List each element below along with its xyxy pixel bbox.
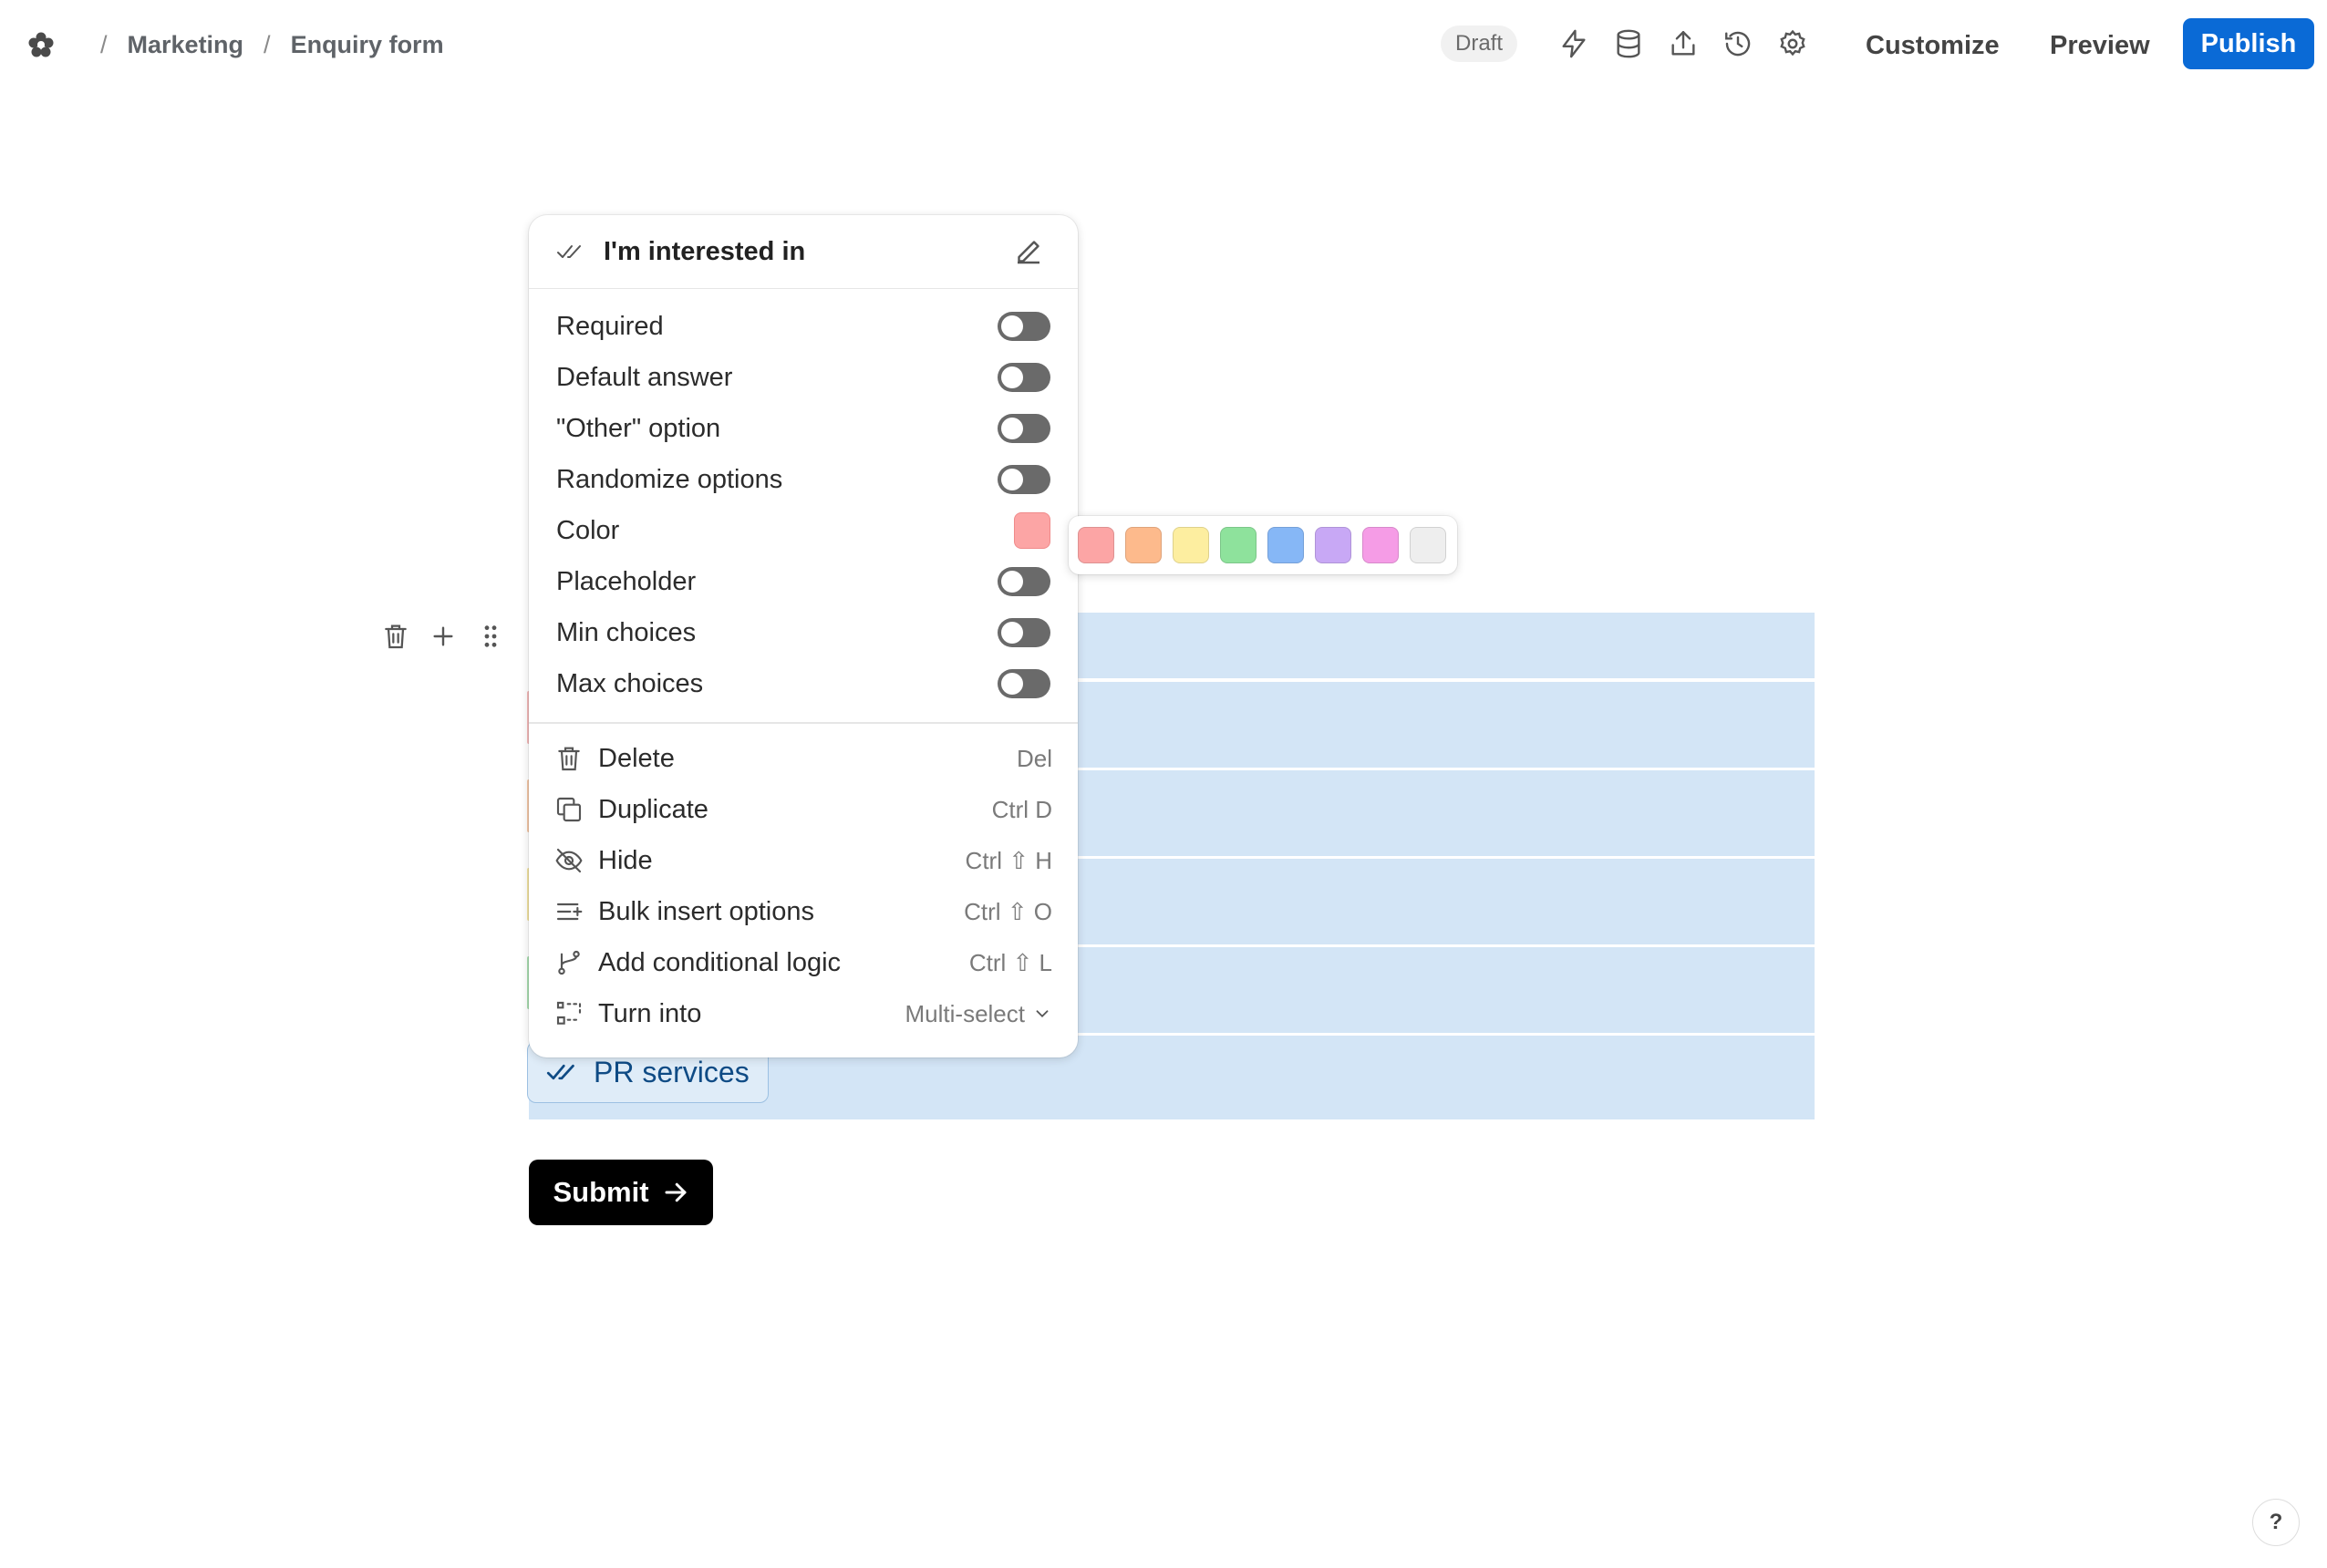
customize-button[interactable]: Customize xyxy=(1866,26,2000,66)
setting-max-choices[interactable]: Max choices xyxy=(556,658,1050,709)
list-plus-icon xyxy=(556,903,583,921)
breadcrumb: / Marketing / Enquiry form xyxy=(26,22,444,67)
menu-item-label: Turn into xyxy=(598,998,702,1028)
menu-item-label: Duplicate xyxy=(598,794,708,824)
shortcut-label: Ctrl ⇧ L xyxy=(968,948,1052,976)
color-option-purple[interactable] xyxy=(1315,527,1351,563)
block-toolbar xyxy=(377,618,509,655)
breadcrumb-separator: / xyxy=(100,30,108,58)
color-option-blue[interactable] xyxy=(1267,527,1304,563)
menu-item-delete[interactable]: Delete Del xyxy=(554,733,1052,784)
shortcut-label: Ctrl D xyxy=(991,795,1052,823)
publish-button[interactable]: Publish xyxy=(2183,18,2314,69)
status-badge: Draft xyxy=(1441,26,1518,62)
trash-icon xyxy=(558,747,580,771)
setting-label: Placeholder xyxy=(556,566,697,596)
menu-item-label: Hide xyxy=(598,845,653,875)
shortcut-label: Ctrl ⇧ H xyxy=(965,846,1052,874)
default-answer-toggle[interactable] xyxy=(998,363,1050,392)
menu-item-turn-into[interactable]: Turn into Multi-select xyxy=(554,988,1052,1039)
pencil-icon[interactable] xyxy=(1012,235,1045,268)
setting-other-option[interactable]: "Other" option xyxy=(556,403,1050,454)
setting-label: "Other" option xyxy=(556,413,721,443)
preview-button[interactable]: Preview xyxy=(2050,26,2150,66)
menu-item-hide[interactable]: Hide Ctrl ⇧ H xyxy=(554,835,1052,886)
transform-icon xyxy=(556,1001,582,1025)
breadcrumb-workspace[interactable]: Marketing xyxy=(128,31,244,59)
setting-label: Required xyxy=(556,311,664,341)
add-block-icon[interactable] xyxy=(425,618,461,655)
setting-default-answer[interactable]: Default answer xyxy=(556,352,1050,403)
setting-required[interactable]: Required xyxy=(556,301,1050,352)
randomize-options-toggle[interactable] xyxy=(998,465,1050,494)
menu-item-conditional-logic[interactable]: Add conditional logic Ctrl ⇧ L xyxy=(554,937,1052,988)
branch-icon xyxy=(558,950,580,975)
setting-label: Default answer xyxy=(556,362,733,392)
setting-randomize-options[interactable]: Randomize options xyxy=(556,454,1050,505)
setting-color[interactable]: Color xyxy=(556,505,1050,556)
other-option-toggle[interactable] xyxy=(998,414,1050,443)
option-label: PR services xyxy=(594,1055,750,1088)
menu-header: I'm interested in xyxy=(529,215,1078,289)
required-toggle[interactable] xyxy=(998,312,1050,341)
submit-button[interactable]: Submit xyxy=(529,1160,713,1225)
setting-placeholder[interactable]: Placeholder xyxy=(556,556,1050,607)
color-option-orange[interactable] xyxy=(1125,527,1162,563)
setting-min-choices[interactable]: Min choices xyxy=(556,607,1050,658)
setting-label: Randomize options xyxy=(556,464,783,494)
menu-item-duplicate[interactable]: Duplicate Ctrl D xyxy=(554,784,1052,835)
gear-icon[interactable] xyxy=(1776,27,1809,60)
color-option-pink[interactable] xyxy=(1362,527,1399,563)
menu-item-label: Add conditional logic xyxy=(598,947,842,977)
turn-into-select[interactable]: Multi-select xyxy=(905,1000,1052,1028)
color-swatch[interactable] xyxy=(1014,512,1050,549)
setting-label: Color xyxy=(556,515,620,545)
setting-label: Max choices xyxy=(556,668,704,698)
turn-into-value: Multi-select xyxy=(905,999,1025,1027)
double-check-icon xyxy=(546,1064,574,1080)
history-icon[interactable] xyxy=(1722,27,1754,60)
color-option-green[interactable] xyxy=(1220,527,1257,563)
menu-item-label: Delete xyxy=(598,743,675,773)
field-title: I'm interested in xyxy=(604,236,806,266)
lightning-icon[interactable] xyxy=(1557,27,1590,60)
arrow-right-icon xyxy=(665,1182,687,1202)
submit-label: Submit xyxy=(553,1176,649,1208)
color-palette xyxy=(1069,516,1457,574)
help-button[interactable]: ? xyxy=(2252,1499,2300,1546)
placeholder-toggle[interactable] xyxy=(998,567,1050,596)
app-logo-icon[interactable] xyxy=(26,29,57,60)
color-option-gray[interactable] xyxy=(1410,527,1446,563)
min-choices-toggle[interactable] xyxy=(998,618,1050,647)
shortcut-label: Ctrl ⇧ O xyxy=(964,897,1052,925)
breadcrumb-separator: / xyxy=(264,30,271,58)
double-check-icon xyxy=(557,245,581,258)
menu-item-label: Bulk insert options xyxy=(598,896,814,926)
color-option-red[interactable] xyxy=(1078,527,1114,563)
max-choices-toggle[interactable] xyxy=(998,669,1050,698)
copy-icon xyxy=(556,797,582,822)
share-icon[interactable] xyxy=(1667,27,1700,60)
setting-label: Min choices xyxy=(556,617,697,647)
breadcrumb-page[interactable]: Enquiry form xyxy=(291,31,444,59)
color-option-yellow[interactable] xyxy=(1173,527,1209,563)
chevron-down-icon xyxy=(1036,1010,1049,1018)
menu-item-bulk-insert[interactable]: Bulk insert options Ctrl ⇧ O xyxy=(554,886,1052,937)
delete-block-icon[interactable] xyxy=(377,618,414,655)
menu-divider xyxy=(529,722,1078,724)
field-settings-menu: I'm interested in Required Default answe… xyxy=(529,215,1078,1057)
database-icon[interactable] xyxy=(1612,27,1645,60)
drag-handle-icon[interactable] xyxy=(472,618,509,655)
shortcut-label: Del xyxy=(1016,744,1052,772)
eye-off-icon xyxy=(555,848,583,873)
